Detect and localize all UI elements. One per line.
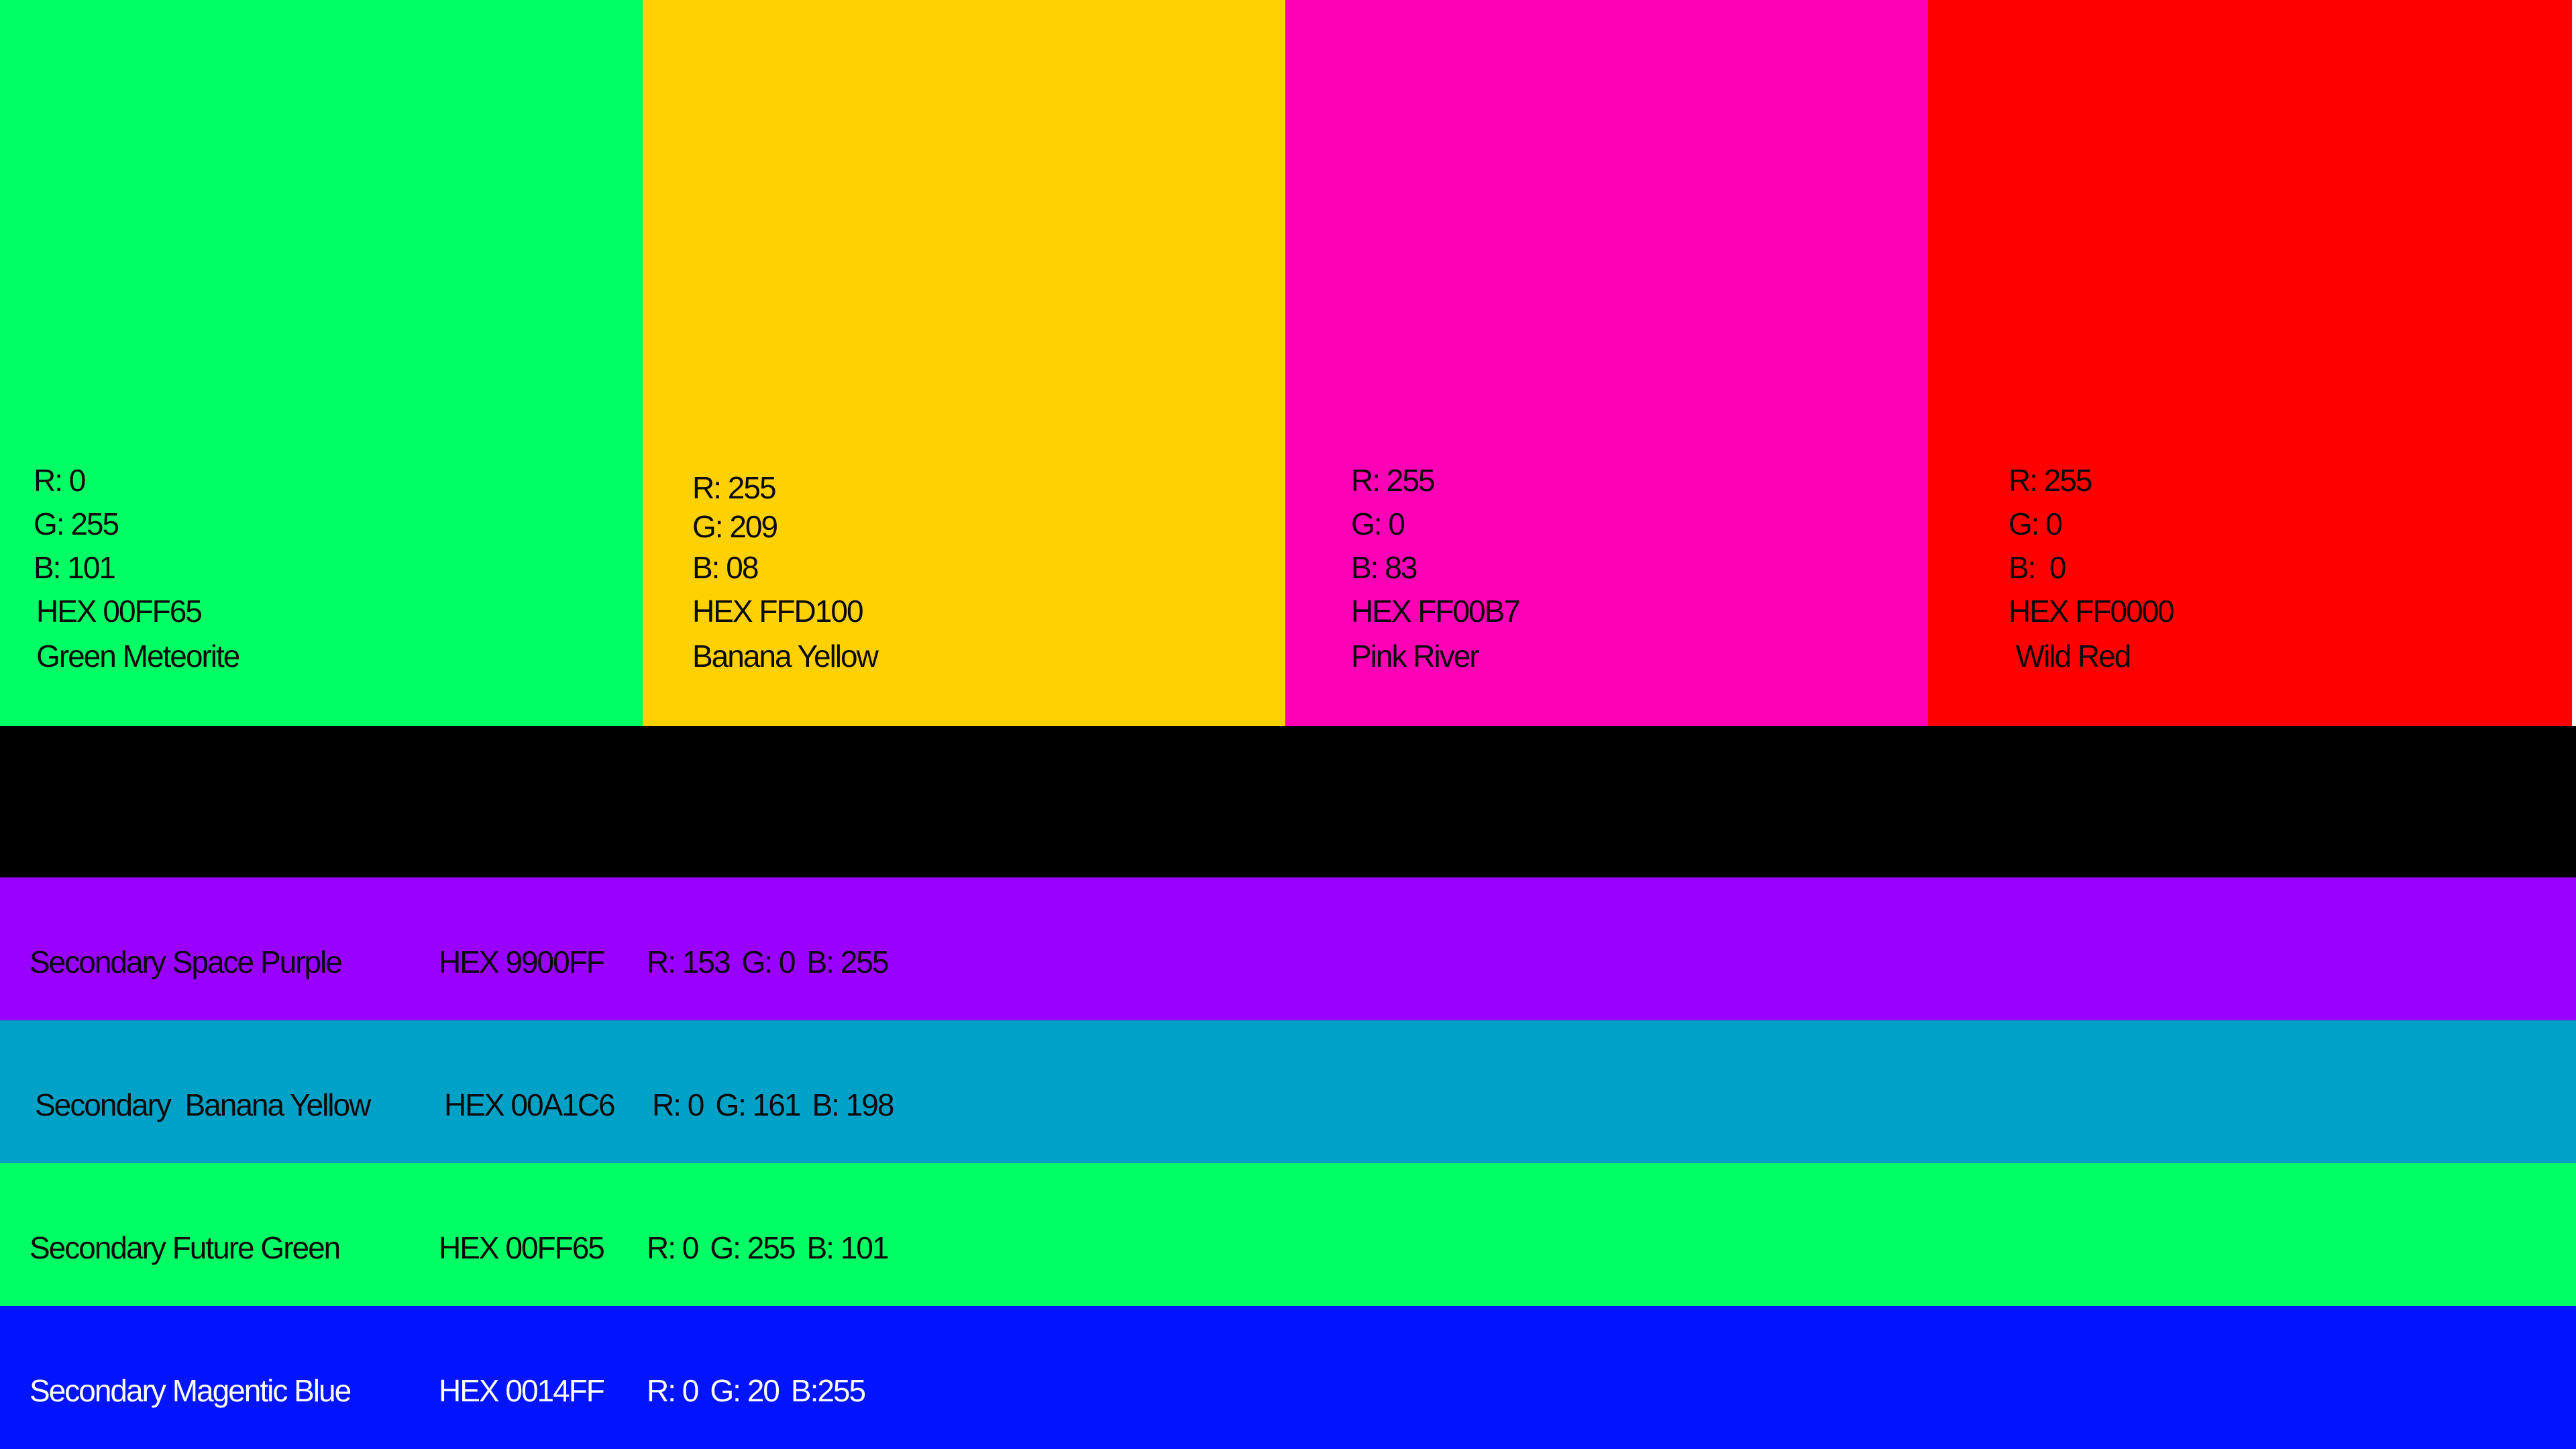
blue-value: B: 08 <box>692 550 759 585</box>
green-value: G: 0 <box>741 945 796 979</box>
green-value: G: 0 <box>1351 506 1405 541</box>
secondary-row-future-green: Secondary Future Green HEX 00FF65 R: 0 G:… <box>0 1163 2576 1306</box>
secondary-label: Secondary Magentic Blue <box>30 1373 352 1408</box>
green-value: G: 255 <box>710 1230 796 1265</box>
blue-value: B: 255 <box>806 945 889 979</box>
secondary-hex: HEX 9900FF <box>439 945 605 979</box>
red-value: R: 0 <box>652 1087 704 1122</box>
color-name: Green Meteorite <box>36 639 240 674</box>
green-value: G: 255 <box>34 506 119 541</box>
secondary-hex: HEX 00FF65 <box>439 1230 605 1265</box>
hex-value: HEX FF00B7 <box>1351 594 1521 629</box>
swatch-wild-red: R: 255 G: 0 B: 0 HEX FF0000 Wild Red <box>1928 0 2572 726</box>
red-value: R: 255 <box>692 470 777 505</box>
swatch-green-meteorite: R: 0 G: 255 B: 101 HEX 00FF65 Green Mete… <box>0 0 643 726</box>
black-divider-band <box>0 726 2576 877</box>
red-value: R: 153 <box>647 945 731 979</box>
swatch-pink-river: R: 255 G: 0 B: 83 HEX FF00B7 Pink River <box>1285 0 1928 726</box>
red-value: R: 255 <box>2008 463 2093 498</box>
hex-value: HEX FFD100 <box>692 594 864 629</box>
red-value: R: 255 <box>1351 463 1436 498</box>
secondary-hex: HEX 0014FF <box>439 1373 605 1408</box>
hex-value: HEX 00FF65 <box>36 594 203 629</box>
swatch-info: R: 255 G: 0 B: 83 HEX FF00B7 Pink River <box>1351 459 1521 678</box>
hex-value: HEX FF0000 <box>2008 594 2175 629</box>
swatch-banana-yellow: R: 255 G: 209 B: 08 HEX FFD100 Banana Ye… <box>643 0 1285 726</box>
blue-value: B:255 <box>790 1373 866 1408</box>
color-name: Wild Red <box>2008 639 2132 674</box>
blue-value: B: 101 <box>34 550 116 585</box>
secondary-row-magentic-blue: Secondary Magentic Blue HEX 0014FF R: 0 G… <box>0 1306 2576 1449</box>
red-value: R: 0 <box>647 1373 699 1408</box>
blue-value: B: 0 <box>2008 550 2067 585</box>
blue-value: B: 101 <box>806 1230 889 1265</box>
red-value: R: 0 <box>647 1230 699 1265</box>
secondary-label: Secondary Space Purple <box>30 945 343 979</box>
secondary-rgb: R: 153 G: 0 B: 255 <box>647 877 900 1020</box>
blue-value: B: 198 <box>812 1087 894 1122</box>
secondary-rgb: R: 0 G: 161 B: 198 <box>652 1020 905 1163</box>
secondary-hex: HEX 00A1C6 <box>444 1087 616 1122</box>
color-name: Banana Yellow <box>692 639 879 674</box>
secondary-rgb: R: 0 G: 20 B:255 <box>647 1306 877 1449</box>
swatch-info: R: 0 G: 255 B: 101 HEX 00FF65 Green Mete… <box>34 459 240 678</box>
green-value: G: 0 <box>2008 506 2063 541</box>
green-value: G: 161 <box>715 1087 801 1122</box>
secondary-rgb: R: 0 G: 255 B: 101 <box>647 1163 900 1306</box>
green-value: G: 209 <box>692 509 778 544</box>
page-edge <box>2572 0 2576 726</box>
swatch-info: R: 255 G: 209 B: 08 HEX FFD100 Banana Ye… <box>692 468 879 678</box>
secondary-row-space-purple: Secondary Space Purple HEX 9900FF R: 153… <box>0 877 2576 1020</box>
color-name: Pink River <box>1351 639 1480 674</box>
secondary-row-banana-yellow: Secondary Banana Yellow HEX 00A1C6 R: 0 G… <box>0 1020 2576 1163</box>
primary-palette: R: 0 G: 255 B: 101 HEX 00FF65 Green Mete… <box>0 0 2576 726</box>
secondary-label: Secondary Future Green <box>30 1230 341 1265</box>
secondary-label: Secondary Banana Yellow <box>35 1087 371 1122</box>
blue-value: B: 83 <box>1351 550 1417 585</box>
red-value: R: 0 <box>34 463 86 498</box>
green-value: G: 20 <box>710 1373 780 1408</box>
swatch-info: R: 255 G: 0 B: 0 HEX FF0000 Wild Red <box>2008 459 2175 678</box>
